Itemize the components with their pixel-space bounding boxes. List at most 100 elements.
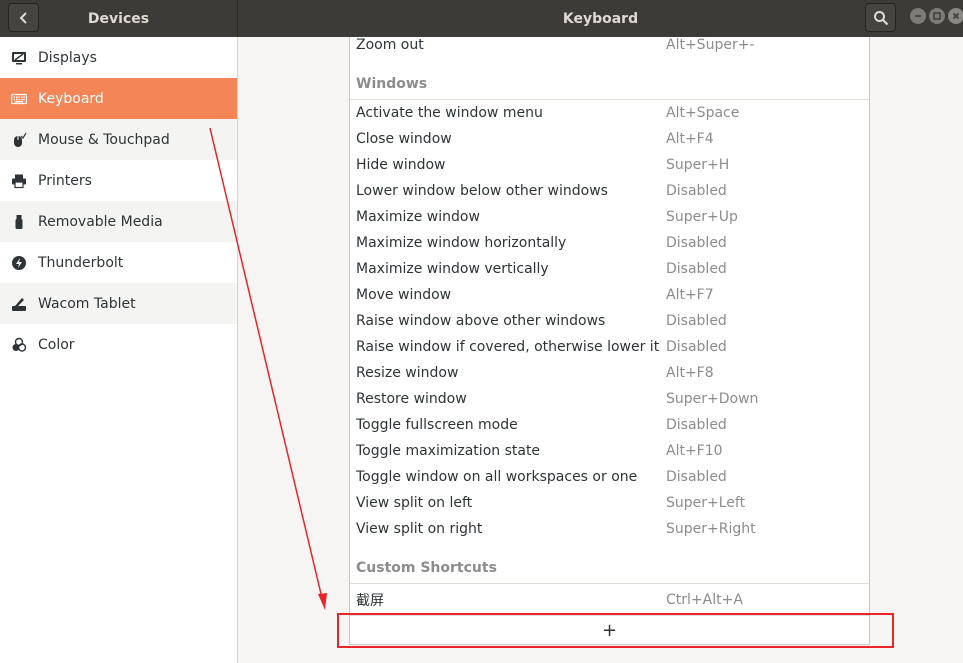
search-button[interactable]: [865, 3, 896, 32]
back-button[interactable]: [8, 3, 39, 32]
shortcut-row[interactable]: Resize window Alt+F8: [350, 360, 869, 386]
shortcut-accel: Alt+F10: [666, 443, 723, 459]
shortcut-row[interactable]: Restore window Super+Down: [350, 386, 869, 412]
shortcut-name: View split on left: [356, 495, 473, 511]
shortcut-accel: Alt+F4: [666, 131, 714, 147]
sidebar-item-wacom-tablet[interactable]: Wacom Tablet: [0, 283, 237, 324]
main-content: Zoom out Alt+Super+- Windows Activate th…: [239, 37, 963, 663]
sidebar-item-label: Keyboard: [38, 90, 104, 107]
shortcut-accel: Alt+F7: [666, 287, 714, 303]
annotation-highlight-box: [337, 613, 894, 648]
shortcut-name: View split on right: [356, 521, 483, 537]
sidebar-item-label: Mouse & Touchpad: [38, 131, 170, 148]
shortcut-row[interactable]: Hide window Super+H: [350, 152, 869, 178]
shortcut-accel: Disabled: [666, 183, 727, 199]
thunderbolt-icon: [10, 254, 28, 272]
shortcut-accel: Super+Left: [666, 495, 746, 511]
maximize-button[interactable]: [929, 8, 945, 24]
shortcut-row[interactable]: Maximize window Super+Up: [350, 204, 869, 230]
shortcut-row[interactable]: View split on left Super+Left: [350, 490, 869, 516]
sidebar-item-keyboard[interactable]: Keyboard: [0, 78, 237, 119]
maximize-icon: [933, 12, 941, 20]
shortcut-accel: Alt+F8: [666, 365, 714, 381]
section-header-custom: Custom Shortcuts: [356, 560, 497, 576]
shortcut-name: Maximize window: [356, 209, 480, 225]
shortcut-name: Toggle window on all workspaces or one: [356, 469, 638, 485]
close-icon: [952, 12, 960, 20]
shortcut-name: Raise window above other windows: [356, 313, 606, 329]
shortcut-accel: Disabled: [666, 339, 727, 355]
shortcut-name: Restore window: [356, 391, 467, 407]
shortcut-name: Hide window: [356, 157, 446, 173]
shortcut-row[interactable]: Raise window if covered, otherwise lower…: [350, 334, 869, 360]
sidebar-item-displays[interactable]: Displays: [0, 37, 237, 78]
sidebar-item-label: Thunderbolt: [38, 254, 124, 271]
shortcut-accel: Disabled: [666, 313, 727, 329]
shortcut-accel: Alt+Space: [666, 105, 740, 121]
shortcut-name: Close window: [356, 131, 452, 147]
shortcut-row[interactable]: Toggle fullscreen mode Disabled: [350, 412, 869, 438]
shortcut-accel: Super+Up: [666, 209, 738, 225]
shortcut-accel: Super+Right: [666, 521, 756, 537]
sidebar-item-label: Printers: [38, 172, 92, 189]
sidebar-item-label: Color: [38, 336, 75, 353]
shortcut-name: Maximize window vertically: [356, 261, 549, 277]
color-icon: [10, 336, 28, 354]
sidebar-item-mouse[interactable]: Mouse & Touchpad: [0, 119, 237, 160]
window-controls: [910, 8, 963, 24]
sidebar-item-label: Removable Media: [38, 213, 163, 230]
shortcut-name: Toggle maximization state: [356, 443, 541, 459]
shortcut-name: Maximize window horizontally: [356, 235, 567, 251]
shortcuts-list: Zoom out Alt+Super+- Windows Activate th…: [349, 37, 870, 645]
minimize-button[interactable]: [910, 8, 926, 24]
sidebar-item-label: Wacom Tablet: [38, 295, 136, 312]
shortcut-name: Zoom out: [356, 37, 424, 53]
sidebar-item-removable-media[interactable]: Removable Media: [0, 201, 237, 242]
shortcut-row[interactable]: Close window Alt+F4: [350, 126, 869, 152]
tablet-icon: [10, 295, 28, 313]
sidebar-item-label: Displays: [38, 49, 97, 66]
shortcut-name: 截屏: [356, 593, 384, 609]
minimize-icon: [915, 15, 921, 17]
shortcut-row[interactable]: View split on right Super+Right: [350, 516, 869, 542]
shortcut-name: Move window: [356, 287, 452, 303]
shortcut-accel: Super+H: [666, 157, 730, 173]
shortcut-accel: Disabled: [666, 469, 727, 485]
header-left: Devices: [0, 0, 238, 37]
shortcut-accel: Ctrl+Alt+A: [666, 592, 743, 608]
mouse-icon: [10, 131, 28, 149]
search-icon: [873, 10, 888, 25]
keyboard-icon: [10, 90, 28, 108]
display-icon: [10, 49, 28, 67]
shortcut-row[interactable]: Zoom out Alt+Super+-: [350, 32, 869, 58]
shortcut-row[interactable]: Toggle maximization state Alt+F10: [350, 438, 869, 464]
section-header-windows: Windows: [356, 76, 428, 92]
close-button[interactable]: [948, 8, 963, 24]
chevron-left-icon: [19, 11, 27, 24]
shortcut-row[interactable]: 截屏 Ctrl+Alt+A: [350, 587, 869, 613]
sidebar-item-printers[interactable]: Printers: [0, 160, 237, 201]
shortcut-name: Toggle fullscreen mode: [356, 417, 518, 433]
shortcut-accel: Super+Down: [666, 391, 759, 407]
shortcut-name: Raise window if covered, otherwise lower…: [356, 339, 660, 355]
shortcut-row[interactable]: Activate the window menu Alt+Space: [350, 100, 869, 126]
usb-drive-icon: [10, 213, 28, 231]
shortcut-row[interactable]: Maximize window horizontally Disabled: [350, 230, 869, 256]
shortcut-row[interactable]: Toggle window on all workspaces or one Di…: [350, 464, 869, 490]
shortcut-accel: Disabled: [666, 417, 727, 433]
shortcut-name: Lower window below other windows: [356, 183, 608, 199]
sidebar: Displays Keyboard Mouse & Touchpad Print…: [0, 37, 238, 663]
shortcut-row[interactable]: Raise window above other windows Disabled: [350, 308, 869, 334]
shortcut-row[interactable]: Move window Alt+F7: [350, 282, 869, 308]
shortcut-row[interactable]: Lower window below other windows Disabled: [350, 178, 869, 204]
page-title: Keyboard: [562, 10, 639, 27]
shortcut-name: Activate the window menu: [356, 105, 543, 121]
printer-icon: [10, 172, 28, 190]
shortcut-row[interactable]: Maximize window vertically Disabled: [350, 256, 869, 282]
divider: [350, 583, 869, 584]
sidebar-item-thunderbolt[interactable]: Thunderbolt: [0, 242, 237, 283]
sidebar-item-color[interactable]: Color: [0, 324, 237, 365]
shortcut-accel: Disabled: [666, 261, 727, 277]
shortcut-name: Resize window: [356, 365, 459, 381]
shortcut-accel: Alt+Super+-: [666, 37, 755, 53]
